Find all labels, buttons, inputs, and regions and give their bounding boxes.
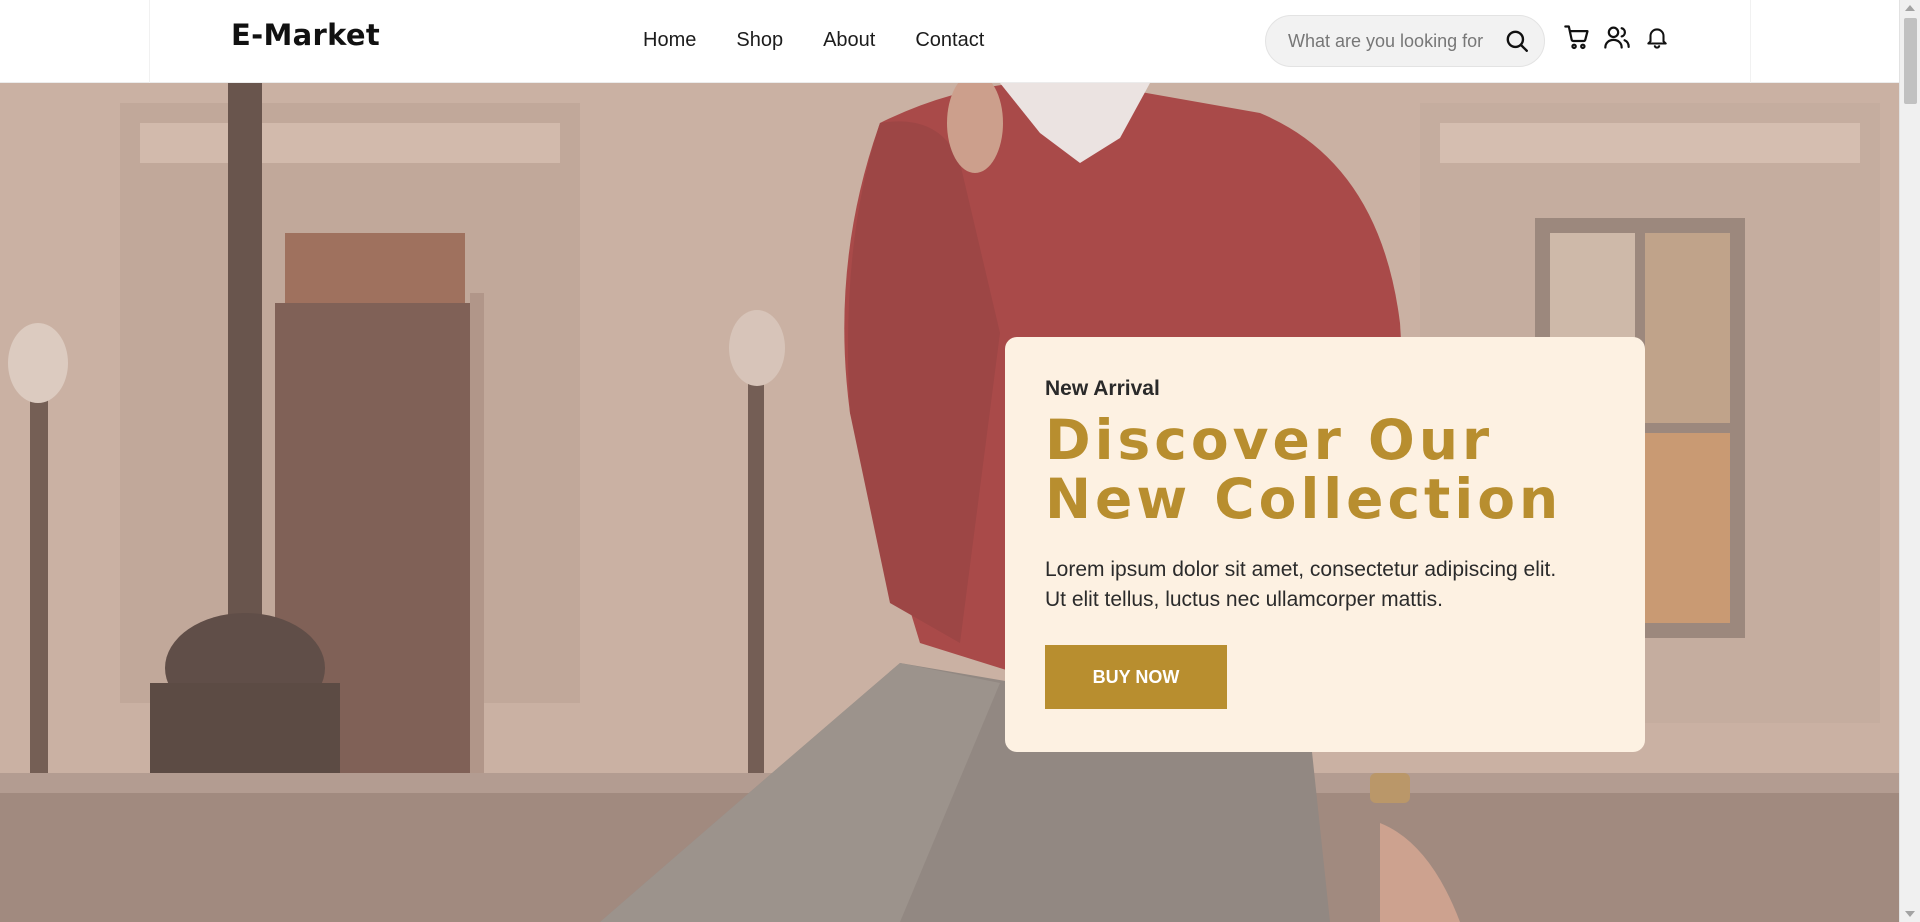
nav-home-link[interactable]: Home bbox=[643, 29, 696, 52]
search-input[interactable] bbox=[1286, 29, 1486, 53]
hero-description-line-1: Lorem ipsum dolor sit amet, consectetur … bbox=[1045, 558, 1557, 581]
bell-icon[interactable] bbox=[1643, 23, 1671, 51]
hero-description: Lorem ipsum dolor sit amet, consectetur … bbox=[1045, 555, 1605, 615]
page: E-Market Home Shop About Contact What ar… bbox=[0, 0, 1920, 922]
vertical-scrollbar[interactable] bbox=[1899, 0, 1920, 922]
hero-section: New Arrival Discover Our New Collection … bbox=[0, 83, 1899, 922]
cart-icon[interactable] bbox=[1563, 23, 1591, 51]
nav-contact-link[interactable]: Contact bbox=[915, 29, 984, 52]
buy-now-button[interactable]: BUY NOW bbox=[1045, 645, 1227, 709]
main-nav: Home Shop About Contact bbox=[643, 29, 984, 52]
hero-title-line-2: New Collection bbox=[1045, 467, 1563, 531]
hero-description-line-2: Ut elit tellus, luctus nec ullamcorper m… bbox=[1045, 588, 1443, 611]
user-icon[interactable] bbox=[1603, 23, 1631, 51]
hero-title-line-1: Discover Our bbox=[1045, 408, 1494, 472]
hero-card: New Arrival Discover Our New Collection … bbox=[1005, 337, 1645, 752]
nav-about-link[interactable]: About bbox=[823, 29, 875, 52]
search-icon[interactable] bbox=[1504, 28, 1530, 54]
nav-shop-link[interactable]: Shop bbox=[736, 29, 783, 52]
site-header: E-Market Home Shop About Contact bbox=[0, 0, 1899, 83]
logo[interactable]: E-Market bbox=[231, 18, 380, 52]
hero-eyebrow: New Arrival bbox=[1045, 377, 1160, 400]
scroll-up-arrow-icon[interactable] bbox=[1905, 5, 1915, 11]
scroll-down-arrow-icon[interactable] bbox=[1905, 911, 1915, 917]
hero-title: Discover Our New Collection bbox=[1045, 411, 1605, 529]
scrollbar-thumb[interactable] bbox=[1904, 18, 1917, 104]
search-box bbox=[1265, 15, 1545, 67]
